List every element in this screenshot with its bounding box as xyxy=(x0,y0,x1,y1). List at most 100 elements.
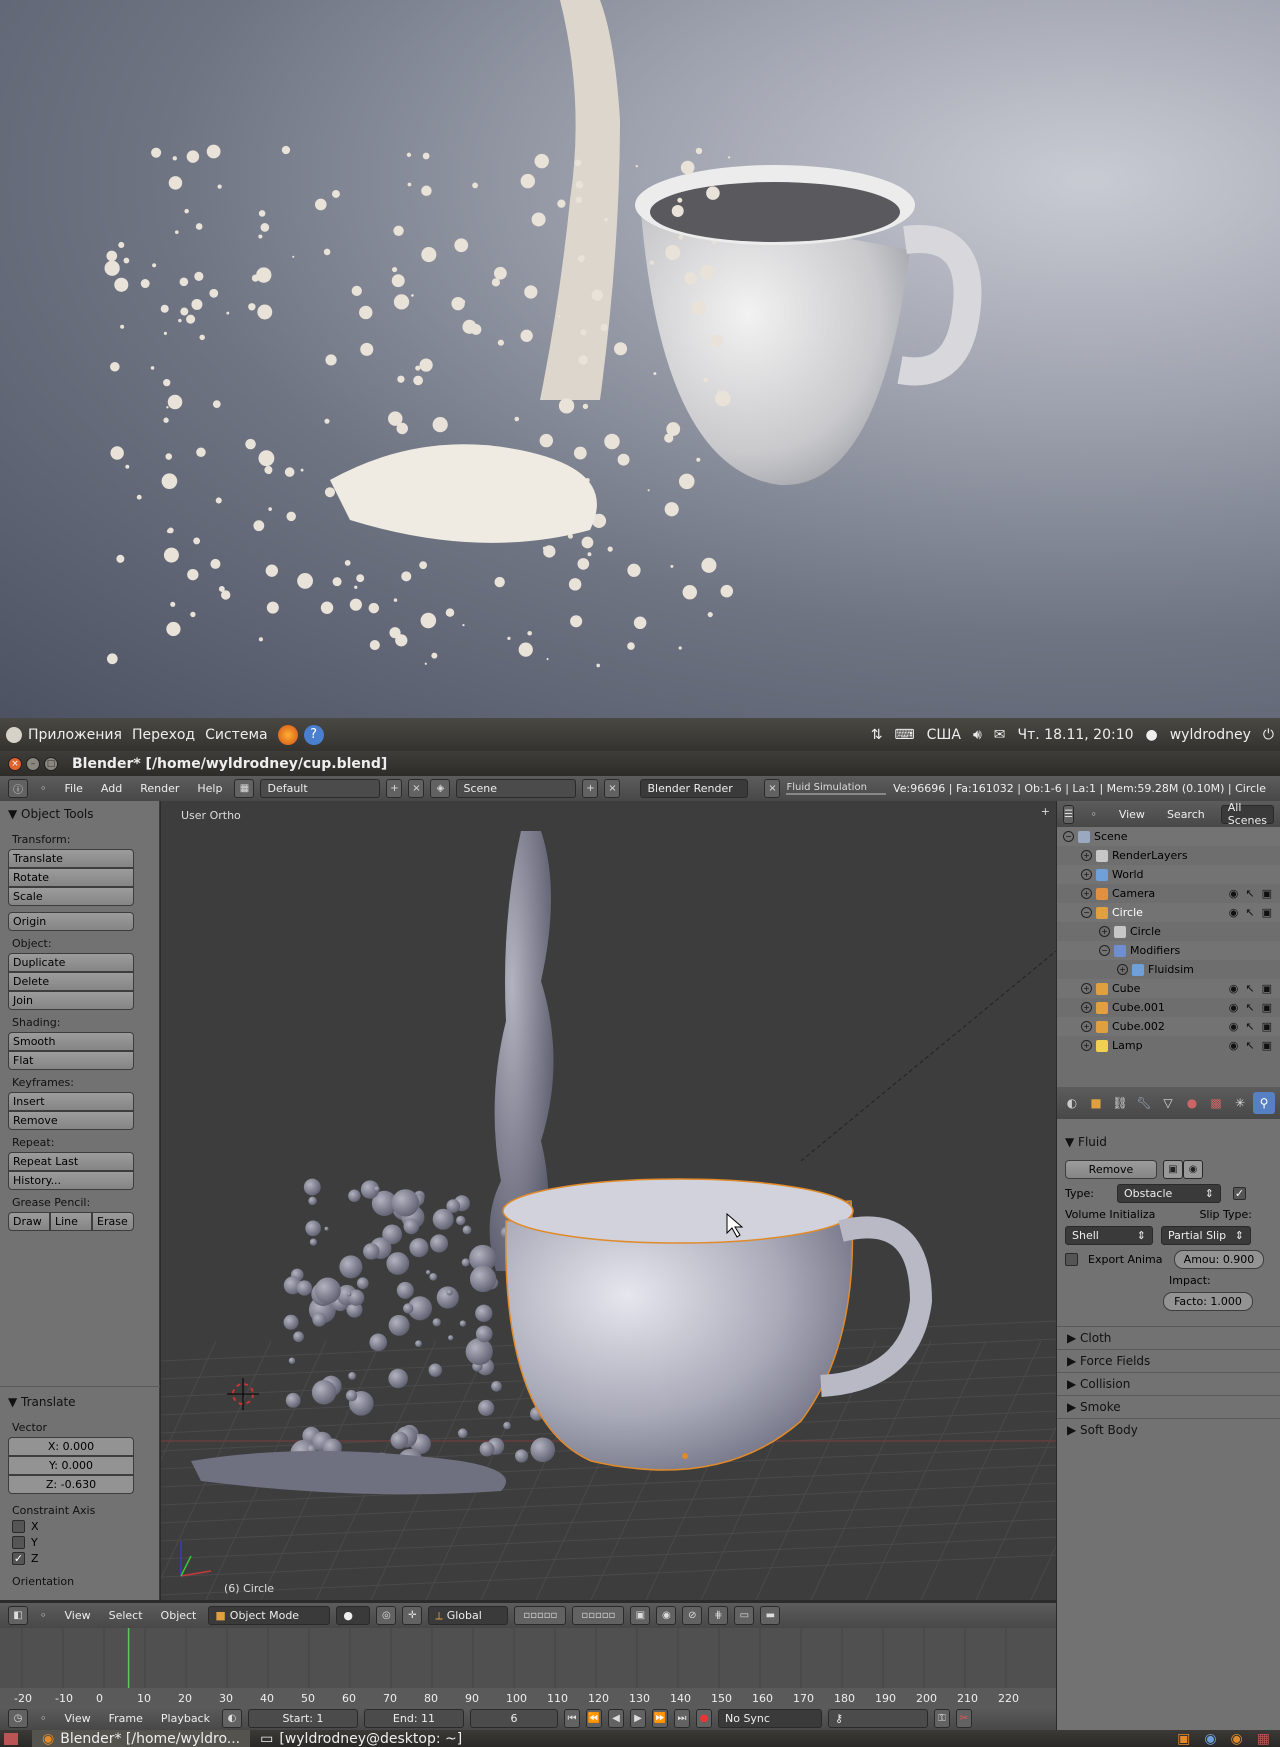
impact-factor-field[interactable]: Facto: 1.000 xyxy=(1163,1292,1253,1311)
remove-fluid-button[interactable]: Remove xyxy=(1065,1160,1157,1179)
vector-y-field[interactable]: Y: 0.000 xyxy=(8,1456,134,1475)
user-name[interactable]: wyldrodney xyxy=(1170,727,1251,743)
delete-keyframe-icon[interactable]: ✂ xyxy=(955,1708,972,1728)
tray-app-icon[interactable]: ▣ xyxy=(1177,1731,1190,1747)
scene-icon[interactable]: ◈ xyxy=(430,779,451,798)
expand-toggle-icon[interactable]: − xyxy=(1063,831,1074,842)
viewport-plus-icon[interactable]: + xyxy=(1041,805,1050,818)
render-tab-icon[interactable]: ◐ xyxy=(1061,1092,1083,1114)
editor-type-info-icon[interactable]: ⓘ xyxy=(8,779,28,798)
collapse-menu-icon[interactable]: ◦ xyxy=(34,1712,53,1725)
constraint-x-checkbox[interactable] xyxy=(12,1520,25,1533)
material-tab-icon[interactable]: ● xyxy=(1181,1092,1203,1114)
collapse-menu-icon[interactable]: ◦ xyxy=(1084,808,1103,821)
collapsed-panel-collision[interactable]: ▶ Collision xyxy=(1057,1372,1280,1395)
select-icon[interactable]: ↖ xyxy=(1245,1001,1254,1014)
select-icon[interactable]: ↖ xyxy=(1245,1020,1254,1033)
minimize-icon[interactable]: – xyxy=(26,756,40,771)
grease-draw-button[interactable]: Draw xyxy=(8,1212,50,1231)
collapsed-panel-force-fields[interactable]: ▶ Force Fields xyxy=(1057,1349,1280,1372)
play-reverse-icon[interactable]: ◀ xyxy=(607,1708,624,1728)
screen-layout-field[interactable]: Default xyxy=(260,779,381,798)
menu-playback[interactable]: Playback xyxy=(155,1712,216,1725)
menu-render[interactable]: Render xyxy=(134,782,185,795)
remove-scene-icon[interactable]: × xyxy=(604,779,621,798)
preview-range-icon[interactable]: ◐ xyxy=(221,1708,242,1728)
eye-icon[interactable]: ◉ xyxy=(1229,906,1239,919)
timeline[interactable]: -20 -10 0 10 20 30 40 50 60 70 80 90 100 110 120 130 140… xyxy=(0,1628,1056,1706)
modifiers-tab-icon[interactable]: 🔧︎ xyxy=(1133,1092,1155,1114)
smooth-button[interactable]: Smooth xyxy=(8,1032,134,1051)
shading-select[interactable]: ● xyxy=(336,1606,371,1625)
fluid-type-select[interactable]: Obstacle ⇕ xyxy=(1117,1184,1221,1203)
collapse-menu-icon[interactable]: ◦ xyxy=(34,782,53,795)
expand-toggle-icon[interactable]: + xyxy=(1081,869,1092,880)
expand-toggle-icon[interactable]: + xyxy=(1099,926,1110,937)
jump-end-icon[interactable]: ⏭ xyxy=(673,1708,690,1728)
eye-icon[interactable]: ◉ xyxy=(1229,1039,1239,1052)
slip-amount-field[interactable]: Amou: 0.900 xyxy=(1174,1250,1264,1269)
manipulator-icon[interactable]: ✛ xyxy=(402,1606,423,1625)
eye-icon[interactable]: ◉ xyxy=(1229,982,1239,995)
trash-icon[interactable]: ▦ xyxy=(1257,1731,1270,1747)
remove-keyframe-button[interactable]: Remove xyxy=(8,1111,134,1130)
outliner-item[interactable]: + Cube ◉ ↖ ▣ xyxy=(1057,979,1280,998)
select-icon[interactable]: ↖ xyxy=(1245,1039,1254,1052)
render-icon[interactable]: ▣ xyxy=(1262,906,1272,919)
physics-tab-icon[interactable]: ⚲ xyxy=(1253,1092,1275,1114)
outliner-item[interactable]: + Camera ◉ ↖ ▣ xyxy=(1057,884,1280,903)
constraints-tab-icon[interactable]: ⛓ xyxy=(1109,1092,1131,1114)
render-icon[interactable]: ▣ xyxy=(1262,982,1272,995)
fluid-panel-header[interactable]: ▼ Fluid xyxy=(1057,1129,1280,1155)
menu-places[interactable]: Переход xyxy=(132,727,195,743)
volume-icon[interactable]: 🔊︎ xyxy=(973,727,982,743)
expand-toggle-icon[interactable]: − xyxy=(1099,945,1110,956)
scene-field[interactable]: Scene xyxy=(456,779,577,798)
volume-init-select[interactable]: Shell ⇕ xyxy=(1065,1226,1153,1245)
current-frame-field[interactable]: 6 xyxy=(469,1708,558,1728)
eye-icon[interactable]: ◉ xyxy=(1229,1020,1239,1033)
insert-keyframe-button[interactable]: Insert xyxy=(8,1092,134,1111)
expand-toggle-icon[interactable]: + xyxy=(1081,850,1092,861)
keyboard-icon[interactable]: ⌨ xyxy=(894,727,914,743)
help-icon[interactable]: ? xyxy=(303,724,324,745)
expand-toggle-icon[interactable]: + xyxy=(1117,964,1128,975)
outliner-display-filter[interactable]: All Scenes xyxy=(1220,801,1274,827)
collapse-menu-icon[interactable]: ◦ xyxy=(34,1609,53,1622)
fluid-enabled-checkbox[interactable]: ✓ xyxy=(1233,1187,1246,1200)
maximize-icon[interactable]: □ xyxy=(44,756,58,771)
eye-icon[interactable]: ◉ xyxy=(1229,887,1239,900)
jump-keyframe-forward-icon[interactable]: ⏩ xyxy=(651,1708,668,1728)
editor-type-timeline-icon[interactable]: ◷ xyxy=(8,1708,28,1728)
mail-icon[interactable]: ✉ xyxy=(994,727,1006,743)
select-icon[interactable]: ↖ xyxy=(1245,982,1254,995)
menu-system[interactable]: Система xyxy=(205,727,267,743)
firefox-icon[interactable] xyxy=(277,724,298,745)
ubuntu-logo-icon[interactable] xyxy=(6,726,22,743)
user-status-icon[interactable]: ● xyxy=(1146,727,1158,743)
cancel-job-icon[interactable]: × xyxy=(764,779,781,798)
play-icon[interactable]: ▶ xyxy=(629,1708,646,1728)
outliner-item[interactable]: + Cube.002 ◉ ↖ ▣ xyxy=(1057,1017,1280,1036)
proportional-edit-icon[interactable]: ◉ xyxy=(656,1606,677,1625)
delete-button[interactable]: Delete xyxy=(8,972,134,991)
remove-layout-icon[interactable]: × xyxy=(408,779,425,798)
menu-select[interactable]: Select xyxy=(103,1609,149,1622)
tray-blender-icon[interactable]: ◉ xyxy=(1231,1731,1243,1747)
constraint-x-row[interactable]: X xyxy=(12,1520,148,1533)
keying-set-field[interactable]: ⚷ xyxy=(827,1708,928,1728)
start-frame-field[interactable]: Start: 1 xyxy=(247,1708,358,1728)
rotate-button[interactable]: Rotate xyxy=(8,868,134,887)
snap-element-icon[interactable]: ⋕ xyxy=(708,1606,729,1625)
render-icon[interactable]: ▣ xyxy=(1262,887,1272,900)
constraint-z-row[interactable]: ✓ Z xyxy=(12,1552,148,1565)
history-button[interactable]: History... xyxy=(8,1171,134,1190)
mode-select[interactable]: ■ Object Mode xyxy=(208,1606,331,1625)
outliner-item[interactable]: + World xyxy=(1057,865,1280,884)
menu-object[interactable]: Object xyxy=(155,1609,203,1622)
object-tools-header[interactable]: ▼ Object Tools xyxy=(0,801,159,827)
insert-keyframe-icon[interactable]: ⚿ xyxy=(933,1708,950,1728)
export-animated-checkbox[interactable] xyxy=(1065,1253,1078,1266)
orientation-select[interactable]: ⟂ Global xyxy=(428,1606,509,1625)
add-scene-icon[interactable]: + xyxy=(582,779,599,798)
